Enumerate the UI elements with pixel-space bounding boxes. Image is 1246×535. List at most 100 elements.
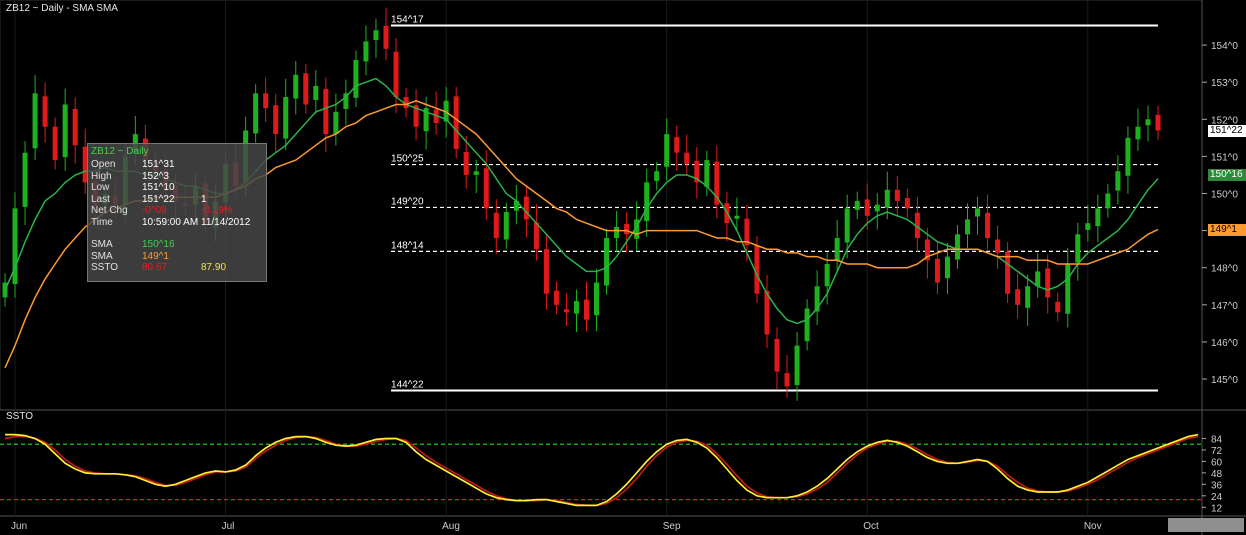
data-window-row: Open 151^31: [91, 159, 266, 171]
candle-body: [824, 264, 830, 287]
candle-body: [533, 222, 539, 250]
candle-body: [1015, 289, 1021, 305]
price-levels: 154^17 150^25 149^20 148^14 144^22: [391, 14, 1158, 392]
candle-body: [573, 301, 579, 314]
y-tick-label: 145^0: [1211, 375, 1238, 386]
candle-body: [1095, 208, 1101, 227]
ssto-panel-label: SSTO: [6, 411, 34, 422]
data-window-value: 151^10: [142, 182, 175, 193]
candle-body: [804, 308, 810, 342]
data-window-row: Time 10:59:00 AM 11/14/2012: [91, 217, 266, 229]
candle-body: [333, 111, 339, 135]
candle-body: [884, 189, 890, 208]
candle-body: [62, 104, 68, 158]
data-window-label: SMA: [91, 239, 113, 250]
candle-body: [874, 204, 880, 212]
candle-body: [1055, 301, 1061, 313]
data-window-value: 150^16: [142, 239, 175, 250]
candle-body: [353, 59, 359, 98]
ssto-line: [4, 435, 1199, 507]
data-window-row: Net Chg -0^09 -0.19%: [91, 205, 266, 217]
candle-body: [1045, 268, 1051, 298]
data-window-label: SMA: [91, 250, 113, 262]
candle-body: [283, 97, 289, 139]
candle-body: [543, 249, 549, 294]
y-tick-label: 153^0: [1211, 78, 1238, 89]
x-tick-label: Oct: [863, 521, 879, 532]
y-tick-label: 151^0: [1211, 152, 1238, 163]
candle-body: [684, 152, 690, 164]
data-window-label: Low: [91, 182, 110, 193]
candle-body: [954, 234, 960, 260]
ssto-tick-label: 72: [1211, 446, 1223, 457]
data-window-label: Net Chg: [91, 205, 128, 216]
candle-body: [1005, 251, 1011, 294]
candle-body: [624, 223, 630, 235]
y-tick-label: 148^0: [1211, 264, 1238, 275]
ssto-tick-label: 24: [1211, 492, 1223, 503]
ssto-panel: 12243648607284: [0, 433, 1223, 514]
scroll-handle[interactable]: [1168, 518, 1244, 532]
candle-body: [293, 74, 299, 99]
candle-body: [894, 189, 900, 201]
candle-body: [774, 338, 780, 372]
ssto-tick-label: 48: [1211, 469, 1223, 480]
x-tick-label: Sep: [663, 521, 681, 532]
candle-body: [493, 212, 499, 239]
level-label: 144^22: [391, 380, 424, 391]
data-window-label: Time: [91, 216, 113, 228]
candle-body: [303, 73, 309, 105]
candle-body: [483, 168, 489, 209]
candle-body: [964, 219, 971, 235]
candle-body: [393, 51, 399, 98]
price-badge: 149^1: [1208, 223, 1246, 236]
axes: JunJulAugSepOctNov145^0146^0147^0148^014…: [11, 41, 1238, 532]
candle-body: [904, 197, 910, 209]
candle-body: [1125, 137, 1131, 176]
candle-body: [373, 30, 379, 40]
candle-body: [263, 93, 269, 109]
candle-body: [553, 290, 559, 305]
candle-body: [383, 25, 389, 49]
level-label: 154^17: [391, 14, 424, 25]
ssto-line: [5, 433, 1199, 507]
data-window-value: 80.67: [142, 262, 168, 273]
candle-body: [363, 41, 369, 62]
candle-body: [563, 309, 569, 313]
data-window-value: 151^31: [142, 159, 175, 170]
candle-body: [784, 373, 790, 387]
candle-body: [975, 208, 981, 217]
y-tick-label: 150^0: [1211, 190, 1238, 201]
candle-body: [844, 208, 850, 243]
candle-body: [664, 134, 670, 167]
y-tick-label: 147^0: [1211, 301, 1238, 312]
data-window-row: Low 151^10: [91, 182, 266, 194]
data-window-row: SMA 149^1: [91, 251, 266, 263]
data-window-label: Open: [91, 159, 116, 170]
ssto-tick-label: 84: [1211, 434, 1223, 445]
candle-body: [52, 126, 58, 161]
candle-body: [313, 85, 319, 101]
data-window-row: High 152^3: [91, 171, 266, 183]
data-window-value2: 87.90: [201, 262, 227, 273]
y-tick-label: 146^0: [1211, 338, 1238, 349]
price-badge: 150^16: [1208, 168, 1246, 181]
data-window-label: SSTO: [91, 262, 119, 273]
candle-body: [523, 196, 529, 220]
data-window-row: Last 151^22 1: [91, 194, 266, 206]
candle-body: [604, 238, 610, 286]
candle-body: [473, 171, 479, 175]
data-window-label: High: [91, 170, 112, 182]
candle-body: [1105, 193, 1111, 209]
candle-body: [453, 96, 459, 149]
data-window-value2: -0.19%: [201, 205, 233, 216]
candle-body: [1135, 126, 1141, 140]
data-window-value: 152^3: [142, 170, 169, 182]
x-tick-label: Jul: [222, 521, 235, 532]
ssto-tick-label: 60: [1211, 457, 1223, 468]
chart-title: ZB12 ~ Daily - SMA SMA: [6, 3, 118, 14]
data-window-value: 151^22: [142, 193, 175, 205]
candle-body: [323, 88, 329, 135]
candle-body: [794, 345, 800, 385]
candle-body: [944, 256, 950, 279]
